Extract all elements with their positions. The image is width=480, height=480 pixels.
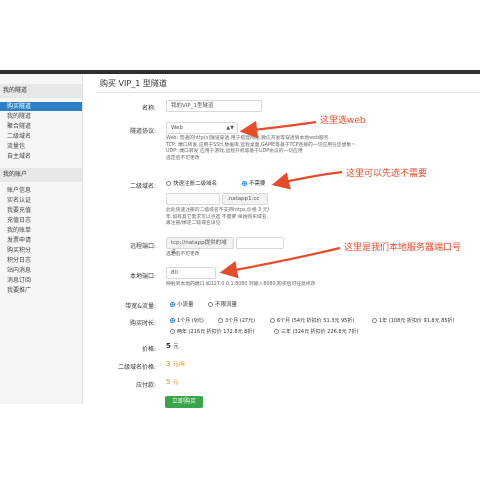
radio-off-icon: [170, 329, 175, 334]
annotation-select-none: 这里可以先选不需要: [346, 169, 428, 179]
sidebar-item-recharge-log[interactable]: 充值日志: [7, 216, 31, 225]
duration-1-year[interactable]: 1年 (108元 折扣价 91.8元 85折): [372, 317, 454, 324]
bandwidth-radio-unlimited[interactable]: 不限流量: [208, 300, 237, 308]
bandwidth-label: 带宽&流量:: [125, 303, 156, 310]
remote-port-note: 选定后不可更改: [166, 252, 200, 257]
sidebar-item-aggregate-tunnels[interactable]: 聚合隧道: [7, 122, 31, 131]
sidebar-item-subdomain[interactable]: 二级域名: [7, 132, 31, 141]
subdomain-radio-register[interactable]: 快速注册二级域名: [166, 179, 217, 187]
name-input[interactable]: 我的VIP_1型隧道: [166, 100, 262, 112]
duration-1-month[interactable]: 1个月 (9元): [170, 317, 204, 324]
price-value: 5 元: [166, 342, 179, 350]
sidebar-item-verification[interactable]: 实名认证: [7, 196, 31, 205]
local-port-input[interactable]: 80: [166, 267, 216, 279]
duration-2-years[interactable]: 两年 (216元 折扣价 172.8元 8折): [170, 328, 254, 335]
sidebar-item-promotion[interactable]: 我要推广: [7, 286, 31, 295]
sidebar-item-traffic-pack[interactable]: 流量包: [7, 142, 25, 151]
radio-off-icon: [166, 181, 171, 186]
radio-on-icon: [170, 318, 175, 323]
sidebar-item-recharge[interactable]: 我要充值: [7, 206, 31, 215]
domain-price-label: 二级域名价格:: [117, 364, 156, 371]
arrow-to-protocol: [239, 120, 317, 139]
protocol-select[interactable]: Web ▲▼: [166, 122, 238, 134]
domain-price-value: 3 元/年: [166, 360, 186, 368]
sidebar-section-account: 我的账户: [0, 168, 82, 182]
bandwidth-radio-small[interactable]: 小流量: [170, 300, 194, 308]
sidebar: 我的隧道 购买隧道 我的隧道 聚合隧道 二级域名 流量包 自主域名 我的账户 账…: [0, 74, 83, 404]
sidebar-item-points-log[interactable]: 积分日志: [7, 256, 31, 265]
subdomain-suffix: .natapp1.cc: [222, 193, 268, 205]
protocol-description: Web: 普通的http(s)隧道穿透,用于搭建网站,微信开发等穿透到本地web…: [166, 136, 366, 162]
page-title: 购买 VIP_1 型隧道: [100, 79, 167, 88]
subdomain-label: 二级域名:: [129, 183, 156, 190]
sidebar-item-my-tunnels[interactable]: 我的隧道: [7, 112, 31, 121]
name-label: 名称:: [141, 105, 156, 112]
sidebar-item-own-domain[interactable]: 自主域名: [7, 152, 31, 161]
radio-off-icon: [372, 318, 377, 323]
annotation-select-web: 这里选web: [320, 116, 366, 126]
sidebar-section-tunnels: 我的隧道: [0, 84, 82, 98]
radio-off-icon: [208, 302, 213, 307]
sidebar-item-bills[interactable]: 我的账单: [7, 226, 31, 235]
local-port-description: 映射到本地的端口 如127.0.0.1:8080 则输入8080,购买后可任意修…: [166, 282, 316, 287]
arrow-to-local-port: [219, 246, 341, 279]
title-divider: [96, 92, 480, 93]
select-arrow-icon: ▲▼: [226, 125, 234, 131]
remote-port-label: 远程端口:: [129, 243, 156, 250]
payable-label: 应付款:: [135, 382, 156, 389]
radio-on-icon: [170, 302, 175, 307]
radio-off-icon: [274, 329, 279, 334]
subdomain-description: 此处快速注册的二级域名不支持https,价格 3 元/ 年.如有其它需求可以点选…: [166, 208, 270, 226]
protocol-label: 隧道协议:: [129, 128, 156, 135]
duration-6-months[interactable]: 6个月 (54元 折扣价 51.3元 95折): [270, 317, 354, 324]
sidebar-item-subscriptions[interactable]: 消息订阅: [7, 276, 31, 285]
radio-on-icon: [242, 181, 247, 186]
sidebar-item-account-info[interactable]: 账户信息: [7, 186, 31, 195]
remote-port-input[interactable]: [236, 237, 284, 249]
sidebar-item-invoice[interactable]: 发票申请: [7, 236, 31, 245]
duration-label: 购买时长:: [129, 320, 156, 327]
remote-port-prefix: tcp://natapp提供的域名:: [166, 237, 234, 256]
payable-value: 5 元: [166, 378, 179, 386]
price-label: 价格:: [141, 346, 156, 353]
subdomain-input[interactable]: [166, 193, 220, 205]
sidebar-item-buy-points[interactable]: 购买积分: [7, 246, 31, 255]
buy-now-button[interactable]: 立即购买: [165, 396, 203, 408]
arrow-to-subdomain: [271, 170, 343, 190]
duration-3-years[interactable]: 三年 (324元 折扣价 226.8元 7折): [274, 328, 358, 335]
radio-off-icon: [218, 318, 223, 323]
radio-off-icon: [270, 318, 275, 323]
duration-3-months[interactable]: 3个月 (27元): [218, 317, 255, 324]
sidebar-item-messages[interactable]: 站内消息: [7, 266, 31, 275]
sidebar-item-buy-tunnel[interactable]: 购买隧道: [0, 102, 82, 111]
protocol-value: Web: [171, 125, 183, 131]
subdomain-radio-none[interactable]: 不需要: [242, 179, 266, 187]
annotation-local-port: 这里是我们本地服务器端口号: [344, 243, 462, 253]
protocol-desc-note: 选定后不可更改: [166, 155, 200, 161]
local-port-label: 本地端口:: [129, 273, 156, 280]
